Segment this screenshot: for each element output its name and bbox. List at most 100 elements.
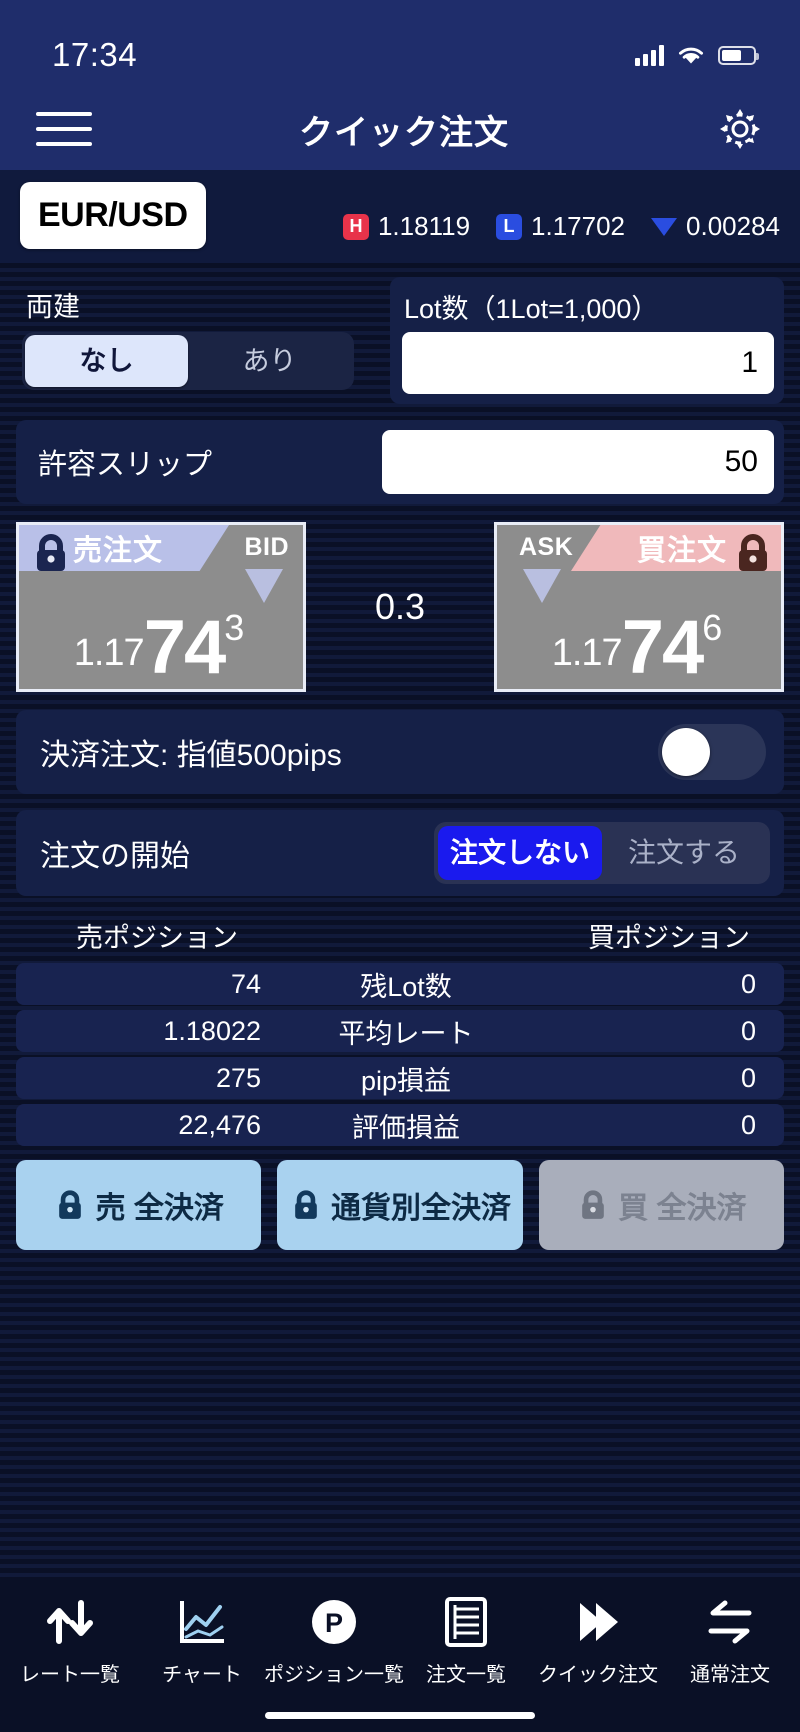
buy-value: 0 bbox=[740, 968, 756, 999]
row-label: pip損益 bbox=[360, 1065, 452, 1096]
hedge-group: 両建 なし あり bbox=[16, 277, 374, 404]
table-row: 74 残Lot数 0 bbox=[16, 963, 784, 1005]
slippage-label: 許容スリップ bbox=[38, 449, 213, 481]
close-all-currency-button[interactable]: 通貨別全決済 bbox=[277, 1160, 523, 1250]
triangle-down-icon bbox=[651, 217, 678, 236]
sell-position-header: 売ポジション bbox=[76, 923, 238, 953]
order-start-segmented-control[interactable]: 注文しない 注文する bbox=[434, 822, 770, 884]
ask-price: 1.17 74 6 bbox=[497, 605, 781, 691]
up-down-arrows-icon bbox=[43, 1594, 97, 1650]
tab-rate-list[interactable]: レート一覧 bbox=[5, 1594, 135, 1687]
lot-group: Lot数（1Lot=1,000） 1 bbox=[390, 277, 784, 404]
table-row: 1.18022 平均レート 0 bbox=[16, 1010, 784, 1052]
home-indicator bbox=[0, 1698, 800, 1732]
status-bar: 17:34 bbox=[0, 0, 800, 88]
page-title: クイック注文 bbox=[299, 113, 509, 152]
position-table-header: 売ポジション 買ポジション bbox=[16, 916, 784, 963]
hedge-option-ari[interactable]: あり bbox=[188, 335, 351, 387]
bid-price: 1.17 74 3 bbox=[19, 605, 303, 691]
tab-label: クイック注文 bbox=[538, 1664, 658, 1686]
status-clock: 17:34 bbox=[52, 36, 138, 73]
slippage-input[interactable]: 50 bbox=[382, 430, 774, 494]
sell-banner-label: 売注文 bbox=[73, 535, 164, 567]
ask-price-big: 74 bbox=[621, 605, 705, 691]
ask-price-prefix: 1.17 bbox=[551, 632, 623, 674]
sell-value: 74 bbox=[230, 968, 261, 999]
low-price-value: 1.17702 bbox=[531, 211, 626, 241]
order-start-option-on[interactable]: 注文する bbox=[602, 826, 766, 880]
tab-quick-order[interactable]: クイック注文 bbox=[533, 1594, 663, 1687]
app-screen: 17:34 クイック注文 EUR/USD H 1.18119 L 1.17702… bbox=[0, 0, 800, 1732]
position-table: 売ポジション 買ポジション 74 残Lot数 0 1.18022 平均レート 0… bbox=[16, 916, 784, 1146]
bid-price-big: 74 bbox=[143, 605, 227, 691]
settle-order-toggle[interactable] bbox=[658, 724, 766, 780]
lock-icon bbox=[576, 1188, 610, 1222]
settle-order-label: 決済注文: 指値500pips bbox=[40, 739, 342, 772]
battery-icon bbox=[718, 45, 759, 65]
main-content: 両建 なし あり Lot数（1Lot=1,000） 1 許容スリップ 50 売注… bbox=[0, 263, 800, 1580]
sell-value: 1.18022 bbox=[163, 1015, 261, 1046]
hedge-lot-row: 両建 なし あり Lot数（1Lot=1,000） 1 bbox=[16, 277, 784, 404]
spread-value: 0.3 bbox=[374, 586, 426, 627]
buy-banner-label: 買注文 bbox=[636, 535, 727, 567]
svg-text:P: P bbox=[325, 1608, 343, 1638]
close-all-buttons: 売 全決済 通貨別全決済 買 全決済 bbox=[16, 1160, 784, 1250]
lot-label: Lot数（1Lot=1,000） bbox=[404, 294, 659, 324]
ask-label: ASK bbox=[519, 533, 574, 561]
tab-position-list[interactable]: P ポジション一覧 bbox=[264, 1594, 404, 1687]
high-tag-badge: H bbox=[342, 213, 369, 240]
buy-value: 0 bbox=[740, 1109, 756, 1140]
buy-value: 0 bbox=[740, 1015, 756, 1046]
tab-chart[interactable]: チャート bbox=[137, 1594, 267, 1687]
lock-icon bbox=[731, 531, 775, 575]
lock-icon bbox=[53, 1188, 87, 1222]
ask-price-sup: 6 bbox=[702, 607, 723, 648]
order-start-label: 注文の開始 bbox=[40, 840, 190, 873]
close-all-currency-label: 通貨別全決済 bbox=[330, 1192, 511, 1225]
nav-bar: クイック注文 bbox=[0, 88, 800, 170]
row-label: 残Lot数 bbox=[360, 971, 452, 1002]
bid-price-prefix: 1.17 bbox=[73, 632, 145, 674]
tab-normal-order[interactable]: 通常注文 bbox=[665, 1594, 795, 1687]
tab-label: チャート bbox=[162, 1664, 242, 1686]
close-all-buy-button[interactable]: 買 全決済 bbox=[538, 1160, 784, 1250]
order-start-option-off[interactable]: 注文しない bbox=[438, 826, 602, 880]
high-price-group: H 1.18119 bbox=[342, 211, 471, 242]
gear-icon[interactable] bbox=[716, 105, 764, 153]
status-indicators bbox=[635, 44, 759, 66]
p-circle-icon: P bbox=[308, 1594, 360, 1650]
sell-order-panel[interactable]: 売注文 BID 1.17 74 3 bbox=[16, 522, 306, 692]
currency-pair-selector[interactable]: EUR/USD bbox=[20, 182, 206, 249]
bid-label: BID bbox=[244, 533, 289, 561]
tab-label: ポジション一覧 bbox=[264, 1664, 404, 1686]
hedge-option-nashi[interactable]: なし bbox=[25, 335, 188, 387]
symbol-bar: EUR/USD H 1.18119 L 1.17702 0.00284 bbox=[0, 170, 800, 263]
high-price-value: 1.18119 bbox=[377, 211, 471, 241]
toggle-knob bbox=[662, 728, 710, 776]
row-label: 評価損益 bbox=[352, 1112, 460, 1143]
change-group: 0.00284 bbox=[651, 211, 780, 242]
lock-icon bbox=[289, 1188, 323, 1222]
cellular-bars-icon bbox=[635, 44, 664, 66]
tab-label: 通常注文 bbox=[690, 1664, 770, 1686]
bottom-tab-bar: レート一覧 チャート P ポジション一覧 注文一覧 クイック注文 通常注文 bbox=[0, 1580, 800, 1698]
buy-order-panel[interactable]: 買注文 ASK 1.17 74 6 bbox=[494, 522, 784, 692]
close-all-sell-button[interactable]: 売 全決済 bbox=[16, 1160, 262, 1250]
slippage-row: 許容スリップ 50 bbox=[16, 420, 784, 504]
low-tag-badge: L bbox=[496, 213, 523, 240]
low-price-group: L 1.17702 bbox=[496, 211, 625, 242]
hedge-segmented-control[interactable]: なし あり bbox=[22, 332, 354, 390]
tab-label: 注文一覧 bbox=[426, 1664, 506, 1686]
settle-order-row: 決済注文: 指値500pips bbox=[16, 710, 784, 794]
lot-input[interactable]: 1 bbox=[402, 332, 774, 394]
order-start-row: 注文の開始 注文しない 注文する bbox=[16, 810, 784, 896]
close-all-buy-label: 買 全決済 bbox=[618, 1192, 747, 1225]
tab-order-list[interactable]: 注文一覧 bbox=[401, 1594, 531, 1687]
row-label: 平均レート bbox=[338, 1018, 474, 1049]
hamburger-menu-icon[interactable] bbox=[36, 108, 92, 150]
triangle-down-icon bbox=[523, 569, 561, 603]
change-value: 0.00284 bbox=[686, 211, 780, 241]
sell-value: 275 bbox=[215, 1062, 261, 1093]
table-row: 22,476 評価損益 0 bbox=[16, 1104, 784, 1146]
wifi-icon bbox=[676, 44, 706, 66]
